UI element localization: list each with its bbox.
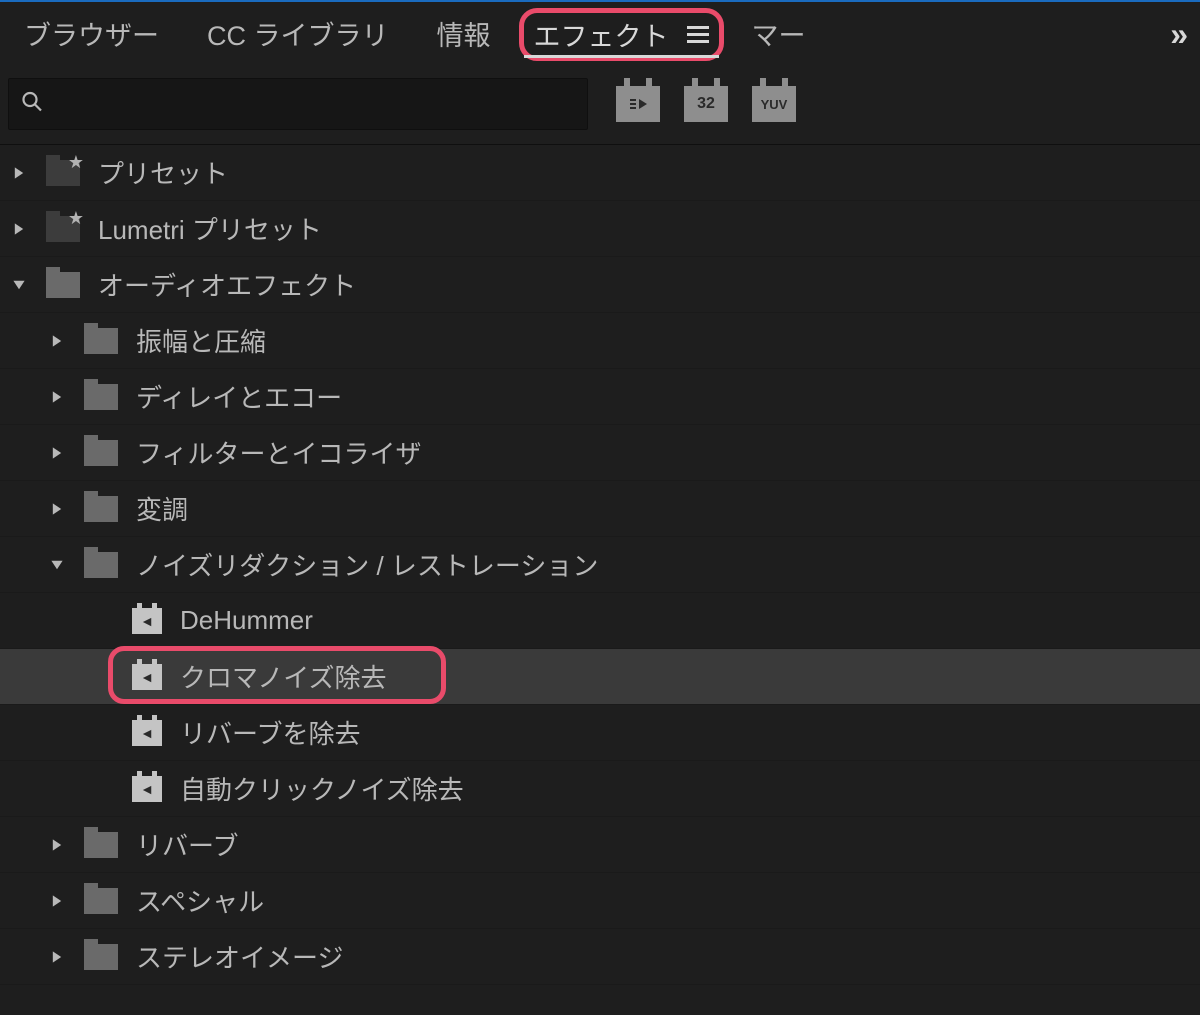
tree-label: リバーブ xyxy=(136,826,1200,863)
tree-label: Lumetri プリセット xyxy=(98,210,1200,247)
tab-label: エフェクト xyxy=(534,15,669,54)
tree-label: 自動クリックノイズ除去 xyxy=(180,770,1200,807)
tab-browser[interactable]: ブラウザー xyxy=(4,6,179,63)
tree-label: ディレイとエコー xyxy=(136,378,1200,415)
tree-label: オーディオエフェクト xyxy=(98,266,1200,303)
tab-info[interactable]: 情報 xyxy=(417,6,511,63)
audio-effect-icon: ◄ xyxy=(132,664,162,690)
folder-icon xyxy=(84,328,118,354)
tab-markers[interactable]: マー xyxy=(732,6,826,63)
tab-effects[interactable]: エフェクト xyxy=(519,8,724,61)
search-wrap xyxy=(8,78,588,130)
tree-folder-modulation[interactable]: 変調 xyxy=(0,481,1200,537)
folder-icon xyxy=(84,552,118,578)
tree-folder-audio-effects[interactable]: オーディオエフェクト xyxy=(0,257,1200,313)
tree-effect-reverb-remove[interactable]: ◄ リバーブを除去 xyxy=(0,705,1200,761)
badge-label: 32 xyxy=(697,95,715,113)
overflow-icon[interactable]: » xyxy=(1170,16,1182,53)
tree-label: ステレオイメージ xyxy=(136,938,1200,975)
chevron-down-icon xyxy=(10,276,28,294)
effects-tree: ★ プリセット ★ Lumetri プリセット オーディオエフェクト 振幅と圧縮… xyxy=(0,144,1200,985)
tree-folder-special[interactable]: スペシャル xyxy=(0,873,1200,929)
chevron-right-icon xyxy=(48,332,66,350)
panel-menu-icon[interactable] xyxy=(687,22,709,47)
audio-effect-icon: ◄ xyxy=(132,608,162,634)
accelerated-filter-icon[interactable] xyxy=(616,86,660,122)
tree-effect-chroma-noise[interactable]: ◄ クロマノイズ除去 xyxy=(0,649,1200,705)
search-input[interactable] xyxy=(8,78,588,130)
chevron-right-icon xyxy=(48,500,66,518)
tree-label: フィルターとイコライザ xyxy=(136,434,1200,471)
audio-effect-icon: ◄ xyxy=(132,776,162,802)
folder-icon xyxy=(84,888,118,914)
folder-icon xyxy=(84,944,118,970)
32bit-filter-icon[interactable]: 32 xyxy=(684,86,728,122)
tree-label: 振幅と圧縮 xyxy=(136,322,1200,359)
chevron-right-icon xyxy=(48,892,66,910)
chevron-right-icon xyxy=(48,388,66,406)
tree-folder-lumetri-presets[interactable]: ★ Lumetri プリセット xyxy=(0,201,1200,257)
effects-toolbar: 32 YUV xyxy=(0,66,1200,144)
folder-icon xyxy=(84,384,118,410)
tree-folder-presets[interactable]: ★ プリセット xyxy=(0,145,1200,201)
tree-folder-noise-reduction[interactable]: ノイズリダクション / レストレーション xyxy=(0,537,1200,593)
preset-folder-icon: ★ xyxy=(46,216,80,242)
tree-label: 変調 xyxy=(136,490,1200,527)
folder-icon xyxy=(84,440,118,466)
chevron-right-icon xyxy=(10,220,28,238)
tree-effect-dehummer[interactable]: ◄ DeHummer xyxy=(0,593,1200,649)
tab-label: 情報 xyxy=(437,14,491,53)
yuv-filter-icon[interactable]: YUV xyxy=(752,86,796,122)
folder-icon xyxy=(46,272,80,298)
tree-label: クロマノイズ除去 xyxy=(180,658,1200,695)
folder-icon xyxy=(84,832,118,858)
chevron-right-icon xyxy=(10,164,28,182)
panel-tab-bar: ブラウザー CC ライブラリ 情報 エフェクト マー » xyxy=(0,2,1200,66)
tree-label: ノイズリダクション / レストレーション xyxy=(136,546,1200,583)
chevron-right-icon xyxy=(48,444,66,462)
tree-folder-reverb[interactable]: リバーブ xyxy=(0,817,1200,873)
tab-label: ブラウザー xyxy=(24,14,159,53)
chevron-right-icon xyxy=(48,948,66,966)
search-icon xyxy=(20,90,44,119)
tree-effect-auto-click[interactable]: ◄ 自動クリックノイズ除去 xyxy=(0,761,1200,817)
tab-cc-library[interactable]: CC ライブラリ xyxy=(187,6,409,63)
tab-label: CC ライブラリ xyxy=(207,14,389,53)
tree-label: DeHummer xyxy=(180,605,1200,636)
preset-folder-icon: ★ xyxy=(46,160,80,186)
folder-icon xyxy=(84,496,118,522)
tree-folder-filter-eq[interactable]: フィルターとイコライザ xyxy=(0,425,1200,481)
badge-label: YUV xyxy=(761,97,788,112)
tree-folder-stereo-image[interactable]: ステレオイメージ xyxy=(0,929,1200,985)
audio-effect-icon: ◄ xyxy=(132,720,162,746)
chevron-down-icon xyxy=(48,556,66,574)
tree-label: プリセット xyxy=(98,154,1200,191)
tree-folder-amplitude[interactable]: 振幅と圧縮 xyxy=(0,313,1200,369)
tree-folder-delay[interactable]: ディレイとエコー xyxy=(0,369,1200,425)
filter-icons: 32 YUV xyxy=(616,86,796,122)
tree-label: スペシャル xyxy=(136,882,1200,919)
tree-label: リバーブを除去 xyxy=(180,714,1200,751)
chevron-right-icon xyxy=(48,836,66,854)
tab-label: マー xyxy=(752,14,806,53)
play-arrow-icon xyxy=(628,97,648,111)
